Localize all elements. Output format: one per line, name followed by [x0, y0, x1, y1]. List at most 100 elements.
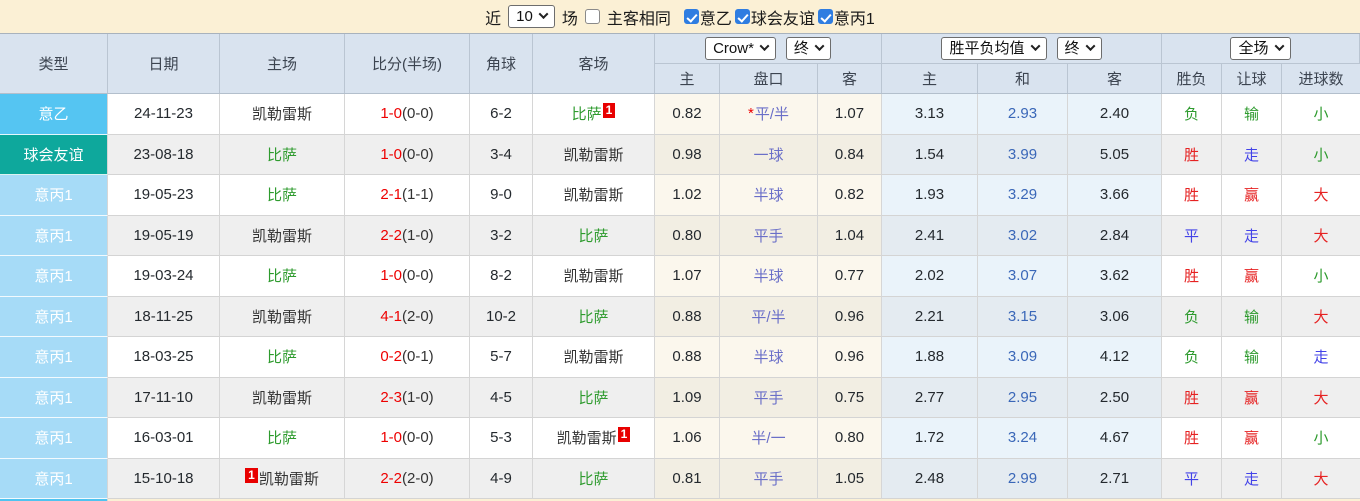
corner-cell: 4-5: [470, 377, 533, 418]
home-team-cell: 比萨: [220, 175, 345, 216]
halftime-score: (2-0): [402, 307, 434, 325]
fulltime-score: 1-0: [380, 105, 402, 123]
friendly-label: 球会友谊: [750, 10, 815, 28]
away-odds-cell: 0.96: [818, 296, 882, 337]
away-team-name: 比萨: [571, 106, 602, 124]
away-odds-cell: 0.82: [818, 175, 882, 216]
halftime-score: (0-0): [402, 429, 434, 447]
filter-serie-b: 意乙: [683, 5, 732, 29]
subheader-avg-home: 主: [882, 64, 978, 93]
table-row: 意丙1 17-11-10 凯勒雷斯 2-3 (1-0) 4-5 比萨 1.09 平…: [0, 377, 1360, 418]
serie-c1-checkbox[interactable]: [817, 9, 833, 24]
handicap-cell: 平/半: [720, 296, 818, 337]
goals-result-cell: 小: [1282, 135, 1360, 175]
halftime-score: (1-1): [402, 186, 434, 204]
home-team-name: 凯勒雷斯: [258, 470, 319, 488]
away-team-cell: 凯勒雷斯: [533, 175, 655, 216]
away-team-cell: 凯勒雷斯 1: [533, 418, 655, 459]
home-odds-cell: 1.09: [655, 377, 720, 418]
avg-home-cell: 2.77: [882, 377, 978, 418]
home-odds-cell: 0.88: [655, 296, 720, 337]
table-row: 意丙1 15-10-18 1 凯勒雷斯 2-2 (2-0) 4-9 比萨 0.81…: [0, 458, 1360, 499]
avg-home-cell: 1.93: [882, 175, 978, 216]
home-team-cell: 比萨: [220, 418, 345, 459]
away-odds-cell: 1.05: [818, 458, 882, 499]
away-team-cell: 比萨 1: [533, 94, 655, 135]
home-team-name: 比萨: [266, 268, 297, 286]
result-cell: 胜: [1162, 134, 1222, 175]
home-odds-cell: 0.81: [655, 458, 720, 499]
handicap-cell: 平手: [720, 458, 818, 499]
scope-group-header: 全场: [1162, 34, 1360, 64]
avg-away-cell: 3.66: [1068, 175, 1162, 216]
away-team-name: 凯勒雷斯: [563, 187, 624, 205]
home-team-name: 比萨: [266, 146, 297, 164]
date-cell: 19-05-23: [108, 175, 220, 216]
away-team-name: 凯勒雷斯: [563, 349, 624, 367]
league-type-cell: 意乙: [0, 94, 108, 135]
header-corner: 角球: [470, 34, 533, 93]
home-team-name: 凯勒雷斯: [251, 227, 312, 245]
home-odds-cell: 0.80: [655, 215, 720, 256]
result-cell: 胜: [1162, 256, 1222, 297]
away-team-name: 凯勒雷斯: [563, 268, 624, 286]
home-team-name: 凯勒雷斯: [251, 308, 312, 326]
average-mode-select[interactable]: 胜平负均值: [941, 37, 1047, 60]
goals-result-cell: 大: [1282, 378, 1360, 418]
score-cell: 4-1 (2-0): [345, 296, 470, 337]
home-team-name: 凯勒雷斯: [251, 389, 312, 407]
table-row: 意丙1 19-05-23 比萨 2-1 (1-1) 9-0 凯勒雷斯 1.02 半…: [0, 175, 1360, 216]
avg-away-cell: 4.67: [1068, 418, 1162, 459]
away-odds-cell: 0.96: [818, 337, 882, 378]
header-away: 客场: [533, 34, 655, 93]
result-cell: 胜: [1162, 175, 1222, 216]
chevron-down-icon: [538, 8, 549, 19]
home-odds-cell: 1.07: [655, 256, 720, 297]
halftime-score: (0-0): [402, 105, 434, 123]
friendly-checkbox[interactable]: [734, 9, 750, 24]
subheader-odds-home: 主: [655, 64, 720, 93]
away-team-cell: 比萨: [533, 215, 655, 256]
away-odds-cell: 0.77: [818, 256, 882, 297]
handicap-result-cell: 输: [1222, 337, 1282, 378]
halftime-score: (0-1): [402, 348, 434, 366]
away-team-name: 比萨: [578, 227, 609, 245]
header-score: 比分(半场): [345, 34, 470, 93]
home-team-cell: 凯勒雷斯: [220, 215, 345, 256]
date-cell: 17-11-10: [108, 377, 220, 418]
handicap-result-cell: 赢: [1222, 377, 1282, 418]
corner-cell: 5-3: [470, 418, 533, 459]
score-cell: 1-0 (0-0): [345, 134, 470, 175]
handicap-cell: 平手: [720, 377, 818, 418]
table-row: 意丙1 18-03-25 比萨 0-2 (0-1) 5-7 凯勒雷斯 0.88 半…: [0, 337, 1360, 378]
table-body: 意乙 24-11-23 凯勒雷斯 1-0 (0-0) 6-2 比萨 1 0.82 …: [0, 94, 1360, 499]
handicap-result-cell: 赢: [1222, 256, 1282, 297]
rank-badge: 1: [617, 427, 631, 443]
corner-cell: 9-0: [470, 175, 533, 216]
bookmaker-select[interactable]: Crow*: [705, 37, 776, 60]
subheader-handicap: 盘口: [720, 64, 818, 93]
home-team-cell: 比萨: [220, 134, 345, 175]
odds-time-select-2[interactable]: 终: [1056, 37, 1102, 60]
avg-home-cell: 2.48: [882, 458, 978, 499]
recent-count-select[interactable]: 10: [508, 5, 555, 28]
league-type-cell: 球会友谊: [0, 134, 108, 175]
same-venue-checkbox[interactable]: [584, 9, 600, 24]
games-label: 场: [561, 10, 578, 28]
table-row: 意丙1 18-11-25 凯勒雷斯 4-1 (2-0) 10-2 比萨 0.88 …: [0, 296, 1360, 337]
subheader-result: 胜负: [1162, 64, 1222, 93]
odds-time-select-1[interactable]: 终: [785, 37, 831, 60]
serie-c1-label: 意丙1: [833, 10, 875, 28]
serie-b-checkbox[interactable]: [683, 9, 699, 24]
star-marker: *: [747, 105, 754, 123]
home-team-cell: 1 凯勒雷斯: [220, 458, 345, 499]
avg-home-cell: 2.21: [882, 296, 978, 337]
recent-count-value: 10: [516, 8, 533, 25]
table-row: 球会友谊 23-08-18 比萨 1-0 (0-0) 3-4 凯勒雷斯 0.98 …: [0, 134, 1360, 175]
average-group-header: 胜平负均值 终: [882, 34, 1162, 64]
scope-select[interactable]: 全场: [1230, 37, 1291, 60]
header-type: 类型: [0, 34, 108, 93]
halftime-score: (2-0): [402, 469, 434, 487]
serie-b-label: 意乙: [699, 10, 732, 28]
home-team-cell: 凯勒雷斯: [220, 377, 345, 418]
